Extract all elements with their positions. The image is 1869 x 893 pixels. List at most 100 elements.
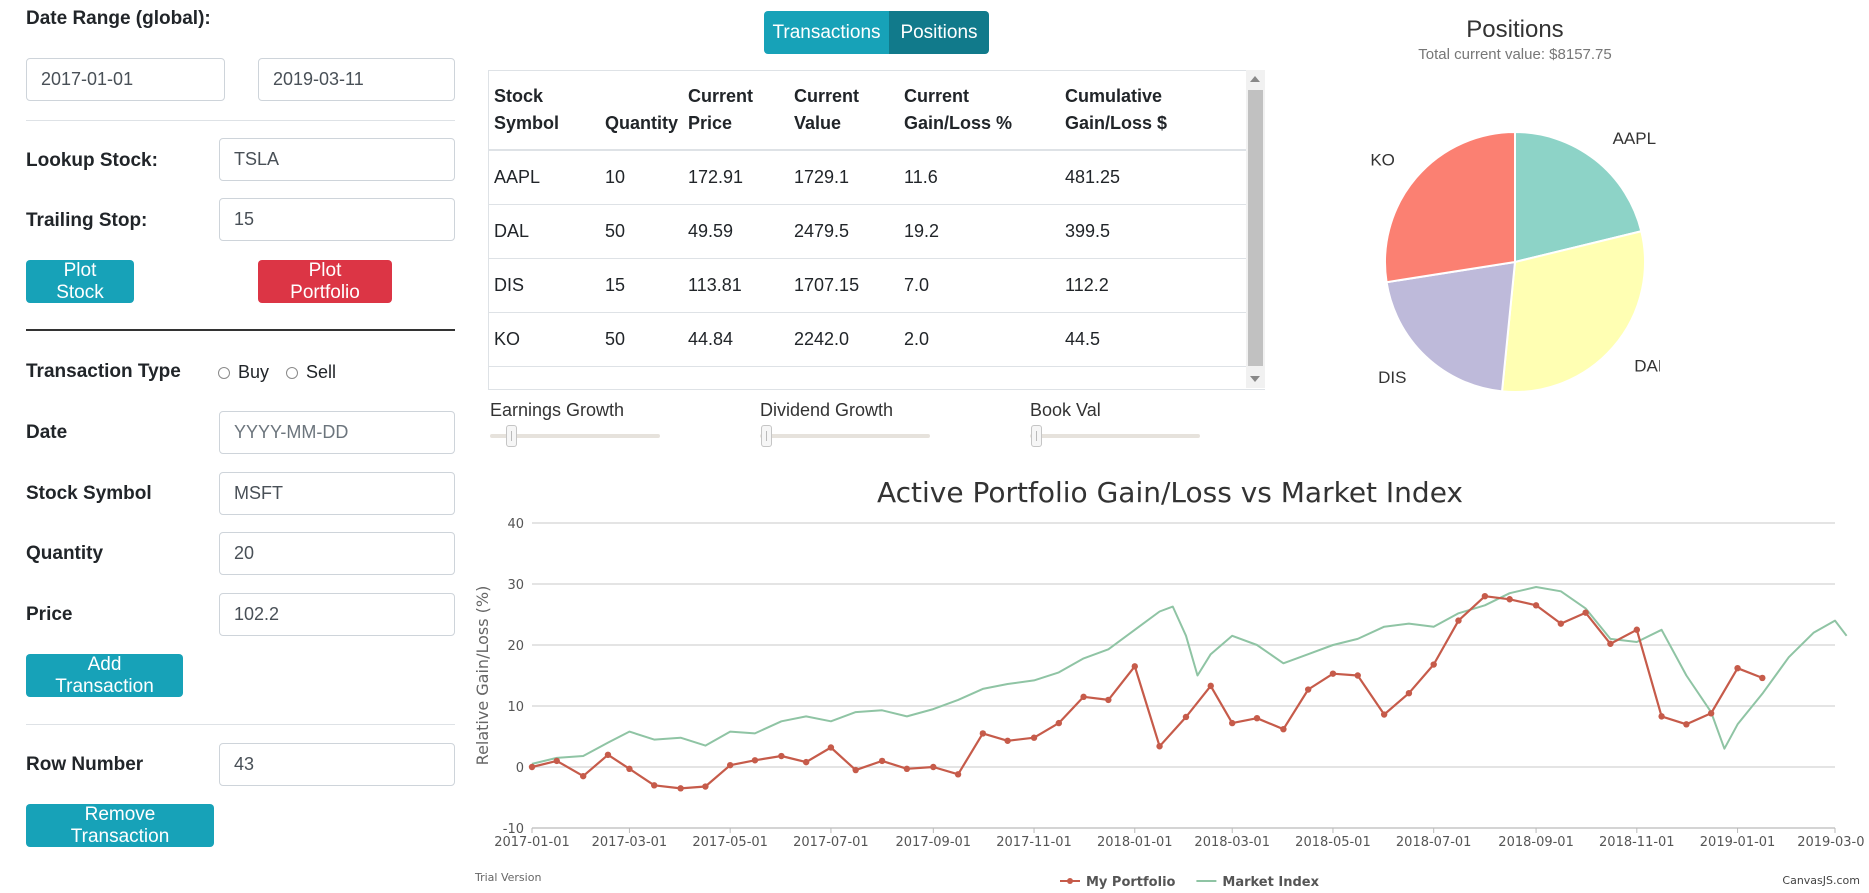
data-point	[1354, 672, 1361, 679]
radio-circle-icon[interactable]	[286, 366, 298, 379]
table-cell: 7.0	[899, 258, 1061, 313]
data-point	[626, 765, 633, 773]
column-header-text: Stock	[494, 86, 544, 106]
positions-tab[interactable]: Positions	[889, 11, 989, 54]
radio-circle-icon[interactable]	[218, 366, 230, 379]
table-cell: 399.5	[1060, 204, 1247, 259]
table-cell: KO	[489, 312, 600, 367]
data-point	[1582, 609, 1589, 616]
y-tick-label: 10	[507, 700, 524, 715]
data-point	[954, 771, 962, 778]
x-tick-label: 2019-01-01	[1700, 835, 1776, 850]
x-tick-label: 2018-09-01	[1498, 835, 1574, 850]
scrollbar-thumb[interactable]	[1248, 90, 1263, 366]
buy-radio-label: Buy	[238, 362, 270, 382]
slider-handle[interactable]	[761, 425, 772, 447]
data-point	[1532, 602, 1540, 609]
data-point	[1683, 721, 1690, 728]
column-header: Current Price	[683, 71, 790, 151]
x-tick-label: 2018-05-01	[1295, 835, 1371, 850]
trial-watermark: Trial Version	[474, 871, 541, 884]
positions-table: Stock Symbol Quantity Current Price Current Va…	[489, 71, 1247, 367]
buy-radio[interactable]: Buy	[218, 362, 269, 383]
table-cell: 1729.1	[789, 150, 900, 205]
plot-portfolio-button[interactable]: Plot Portfolio	[258, 260, 392, 303]
slider-label: Book Val	[1030, 400, 1101, 420]
price-label: Price	[26, 604, 73, 625]
trailing-stop-label: Trailing Stop:	[26, 210, 148, 231]
table-cell: 49.59	[683, 204, 790, 259]
pie-subtitle: Total current value: $8157.75	[1418, 46, 1612, 63]
data-point	[1481, 593, 1489, 600]
table-cell: 50	[600, 312, 684, 367]
slider-track[interactable]	[1030, 434, 1200, 438]
table-cell: 19.2	[899, 204, 1061, 259]
plot-stock-button[interactable]: Plot Stock	[26, 260, 134, 303]
stock-symbol-input[interactable]	[219, 472, 455, 515]
slider-handle[interactable]	[506, 425, 518, 447]
data-point	[604, 751, 612, 758]
remove-transaction-button[interactable]: Remove Transaction	[26, 804, 214, 847]
table-cell: 1707.15	[789, 258, 900, 313]
column-header-text: Cumulative	[1065, 86, 1163, 106]
table-cell: 44.5	[1060, 312, 1247, 367]
data-point	[827, 744, 835, 751]
data-point	[1105, 696, 1112, 704]
positions-table-container[interactable]: Stock Symbol Quantity Current Price Current Va…	[488, 70, 1265, 390]
grip-icon	[766, 431, 767, 441]
legend-label: My Portfolio	[1086, 875, 1176, 890]
x-tick-label: 2017-11-01	[996, 835, 1072, 850]
start-date-input[interactable]	[26, 58, 225, 101]
data-point	[1156, 743, 1163, 750]
data-point	[702, 783, 709, 790]
slider-handle[interactable]	[1031, 425, 1042, 447]
x-tick-label: 2017-03-01	[592, 835, 668, 850]
data-point	[878, 757, 886, 765]
table-header-row: Stock Symbol Quantity Current Price Current Va…	[489, 71, 1247, 151]
pie-label: AAPL	[1613, 129, 1656, 148]
slider-label: Dividend Growth	[760, 400, 894, 420]
sell-radio[interactable]: Sell	[286, 362, 336, 383]
quantity-input[interactable]	[219, 532, 455, 575]
column-header-text: Value	[794, 113, 842, 133]
slider-track[interactable]	[760, 434, 930, 438]
column-header-text: Symbol	[494, 113, 560, 133]
add-transaction-button[interactable]: Add Transaction	[26, 654, 183, 697]
lookup-stock-input[interactable]	[219, 138, 455, 181]
stock-symbol-label: Stock Symbol	[26, 483, 152, 504]
data-point	[726, 761, 734, 769]
scroll-down-icon[interactable]	[1250, 376, 1260, 382]
data-point	[1734, 664, 1741, 672]
data-point	[677, 785, 684, 792]
y-tick-label: 30	[507, 578, 524, 593]
quantity-label: Quantity	[26, 543, 104, 564]
row-number-input[interactable]	[219, 743, 455, 786]
table-cell: DIS	[489, 258, 600, 313]
grip-icon	[511, 431, 513, 441]
data-point	[1055, 719, 1063, 727]
data-point	[579, 772, 587, 780]
column-header-text: Quantity	[605, 113, 679, 133]
end-date-input[interactable]	[258, 58, 455, 101]
scroll-up-icon[interactable]	[1250, 76, 1260, 82]
column-header: Current Gain/Loss %	[899, 71, 1061, 151]
trailing-stop-input[interactable]	[219, 198, 455, 241]
canvasjs-credit: CanvasJS.com	[1782, 874, 1860, 887]
data-point	[778, 752, 785, 760]
table-scrollbar[interactable]	[1246, 70, 1265, 388]
transactions-tab[interactable]: Transactions	[764, 11, 889, 54]
table-row: KO 50 44.84 2242.0 2.0 44.5	[489, 312, 1247, 367]
column-header-text: Current	[688, 86, 754, 106]
column-header-text: Current	[794, 86, 860, 106]
data-point	[1280, 725, 1287, 733]
divider	[26, 120, 455, 121]
data-point	[802, 758, 810, 766]
column-header: Cumulative Gain/Loss $	[1060, 71, 1247, 151]
price-input[interactable]	[219, 593, 455, 636]
gain-loss-line-chart: Active Portfolio Gain/Loss vs Market Ind…	[473, 476, 1865, 890]
x-tick-label: 2017-01-01	[494, 835, 570, 850]
chart-title: Active Portfolio Gain/Loss vs Market Ind…	[877, 476, 1463, 509]
divider	[26, 724, 455, 725]
x-tick-label: 2017-07-01	[793, 835, 869, 850]
date-input[interactable]	[219, 411, 455, 454]
